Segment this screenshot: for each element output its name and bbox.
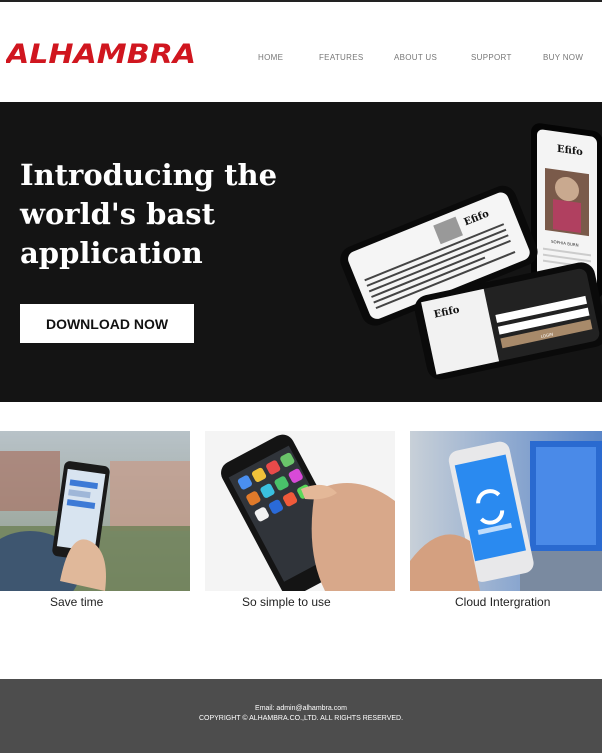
feature-label-save-time: Save time — [50, 595, 104, 609]
download-now-button[interactable]: DOWNLOAD NOW — [20, 304, 194, 343]
phone-mockups-image: Efifo SOPHIA BURN Efifo Efifo LOGIN — [340, 123, 602, 380]
feature-image-simple-to-use — [205, 431, 395, 591]
hero-title-line-2: world's bast — [20, 197, 215, 231]
feature-label-simple-to-use: So simple to use — [242, 595, 331, 609]
nav-home[interactable]: HOME — [258, 53, 283, 62]
site-header: ALHAMBRA HOME FEATURES ABOUT US SUPPORT … — [0, 2, 602, 102]
feature-card: Cloud Intergration — [410, 431, 602, 621]
hero-title-line-3: application — [20, 236, 203, 270]
feature-image-cloud-integration — [410, 431, 602, 591]
footer-copyright: COPYRIGHT © ALHAMBRA.CO.,LTD. ALL RIGHTS… — [198, 715, 404, 722]
nav-about-us[interactable]: ABOUT US — [394, 53, 437, 62]
feature-image-save-time — [0, 431, 190, 591]
features-section: Save time So simple to use Cloud Intergr… — [0, 431, 602, 621]
nav-support[interactable]: SUPPORT — [471, 53, 512, 62]
nav-features[interactable]: FEATURES — [319, 53, 363, 62]
feature-label-cloud-integration: Cloud Intergration — [455, 595, 551, 609]
hero-banner: Introducing the world's bast application… — [0, 102, 602, 402]
main-nav: HOME FEATURES ABOUT US SUPPORT BUY NOW — [0, 53, 602, 67]
hero-title-line-1: Introducing the — [20, 158, 278, 192]
hero-title: Introducing the world's bast application — [20, 156, 320, 273]
feature-card: So simple to use — [205, 431, 395, 621]
feature-card: Save time — [0, 431, 190, 621]
footer-email[interactable]: Email: admin@alhambra.com — [0, 705, 602, 712]
site-footer: Email: admin@alhambra.com COPYRIGHT © AL… — [0, 679, 602, 753]
nav-buy-now[interactable]: BUY NOW — [543, 53, 583, 62]
